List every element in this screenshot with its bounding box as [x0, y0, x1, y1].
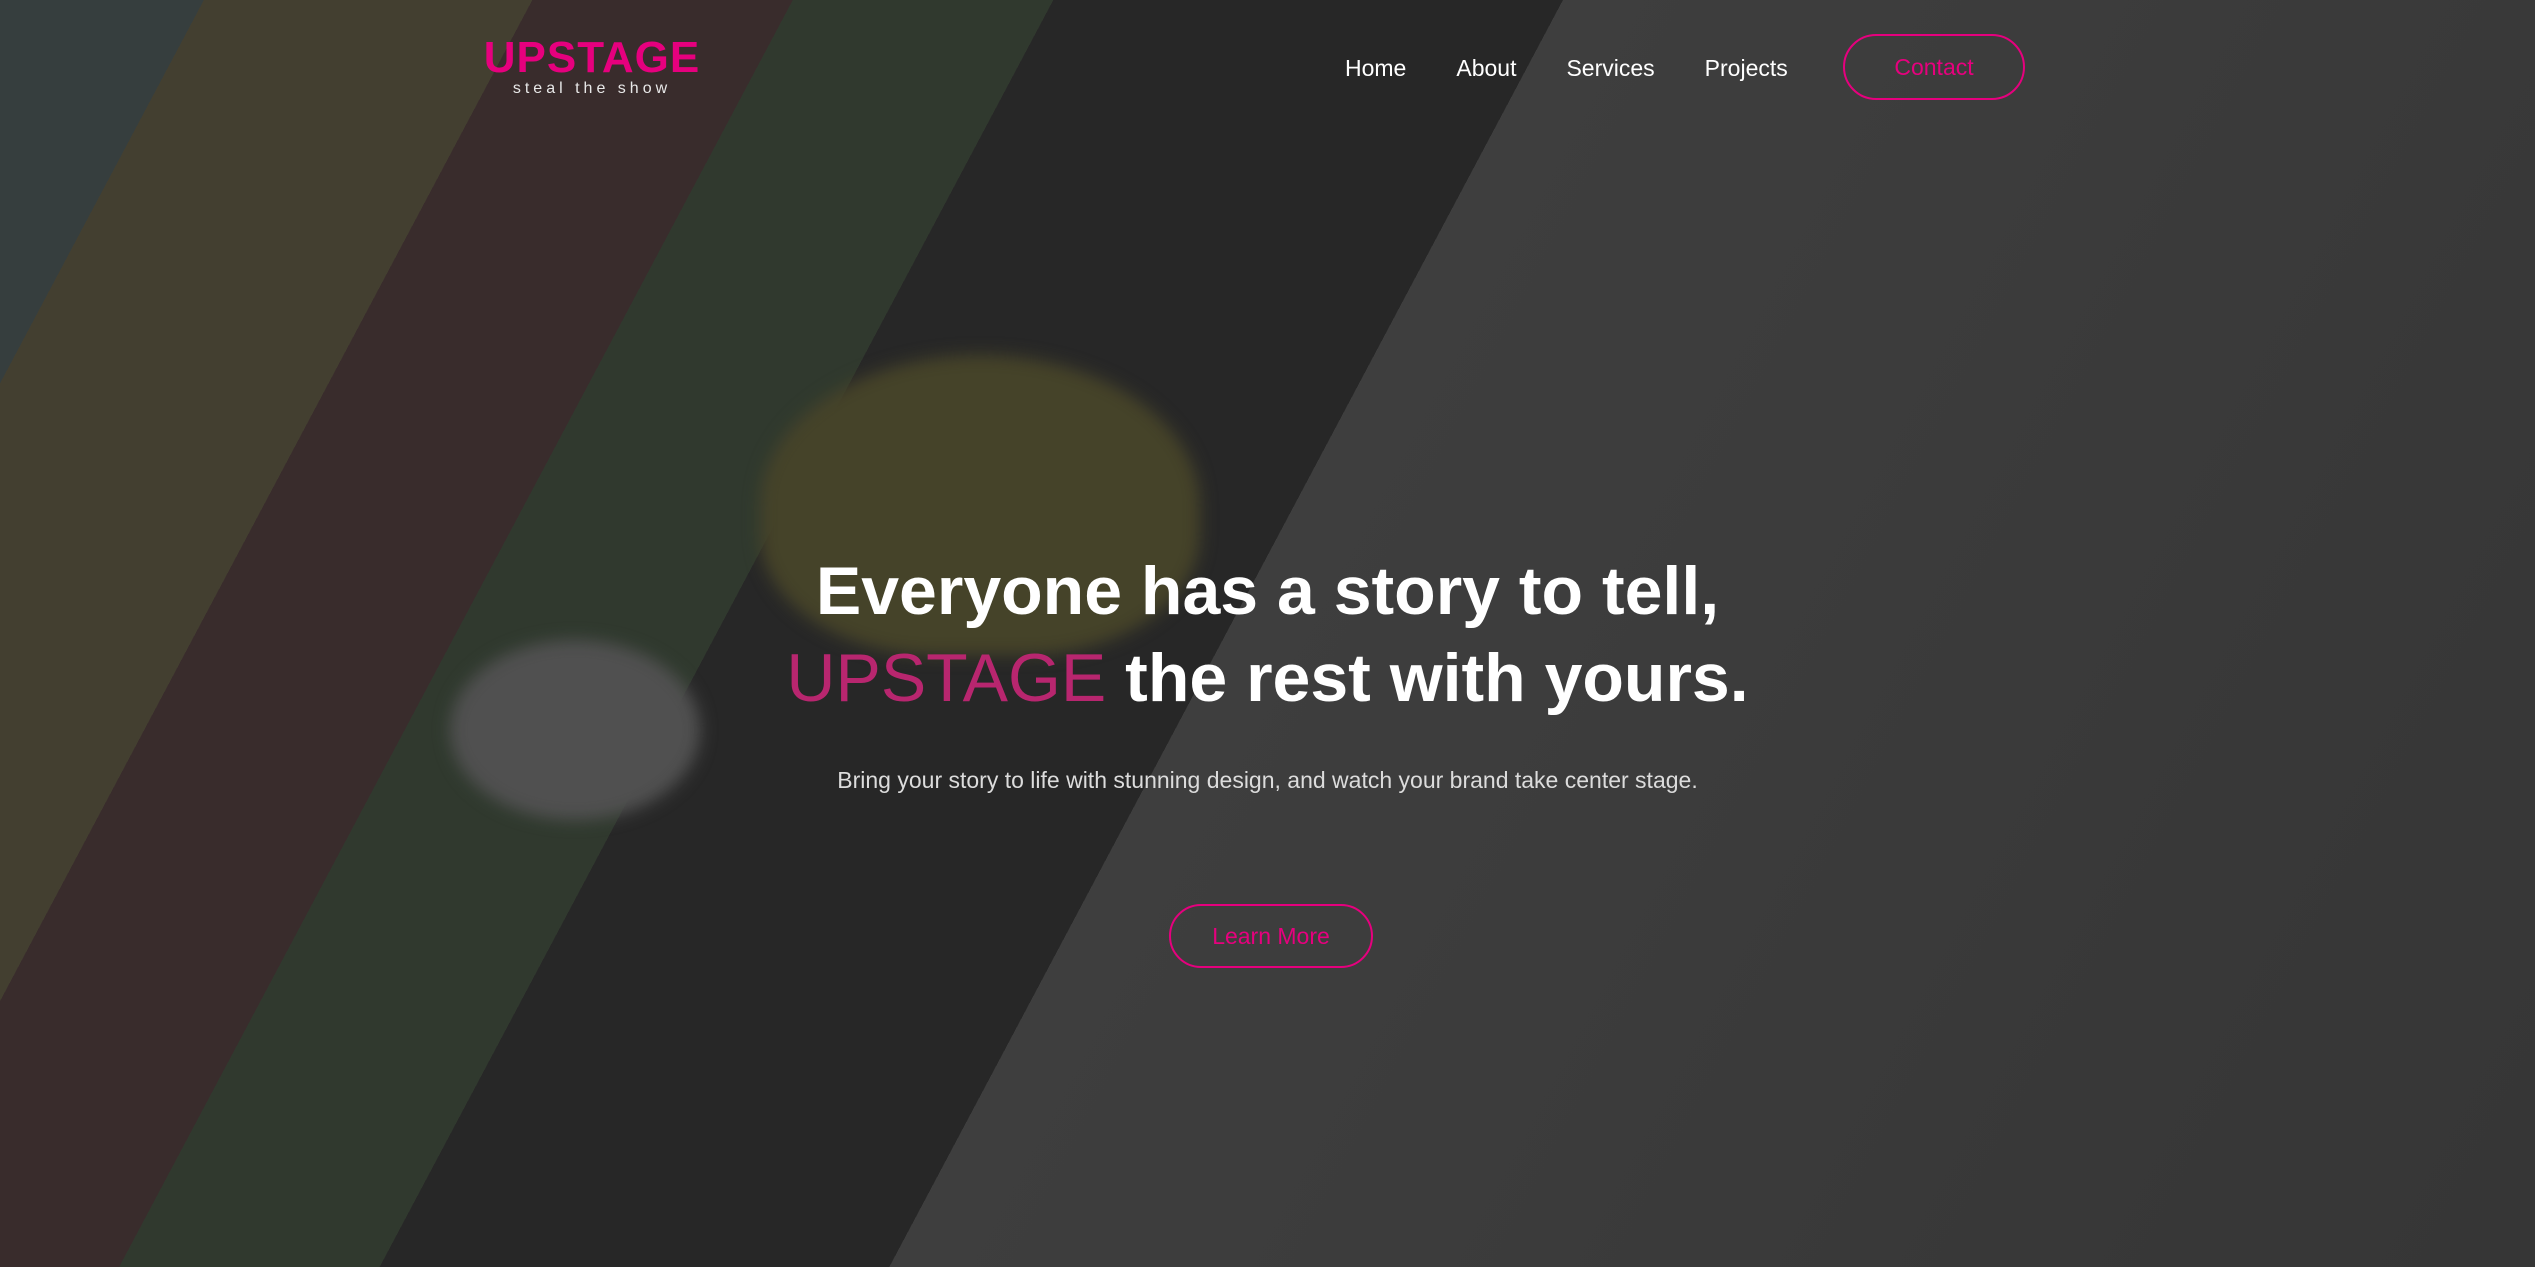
nav-about[interactable]: About: [1456, 50, 1516, 86]
logo-tagline: steal the show: [512, 80, 672, 97]
main-nav: Home About Services Projects: [1345, 50, 1838, 86]
headline-line-2: UPSTAGE the rest with yours.: [0, 635, 2535, 722]
logo-wordmark: UPSTAGE: [483, 33, 701, 82]
logo[interactable]: UPSTAGE steal the show: [461, 33, 723, 98]
hero-section: Everyone has a story to tell, UPSTAGE th…: [0, 548, 2535, 794]
nav-projects[interactable]: Projects: [1705, 50, 1788, 86]
headline-line-1: Everyone has a story to tell,: [815, 553, 1720, 629]
contact-button[interactable]: Contact: [1843, 34, 2025, 100]
headline-brand: UPSTAGE: [786, 640, 1107, 716]
hero-subtitle: Bring your story to life with stunning d…: [837, 767, 1698, 793]
hero-headline: Everyone has a story to tell, UPSTAGE th…: [0, 548, 2535, 722]
nav-home[interactable]: Home: [1345, 50, 1406, 86]
learn-more-button[interactable]: Learn More: [1169, 904, 1373, 968]
headline-rest: the rest with yours.: [1106, 640, 1749, 716]
nav-services[interactable]: Services: [1566, 50, 1654, 86]
